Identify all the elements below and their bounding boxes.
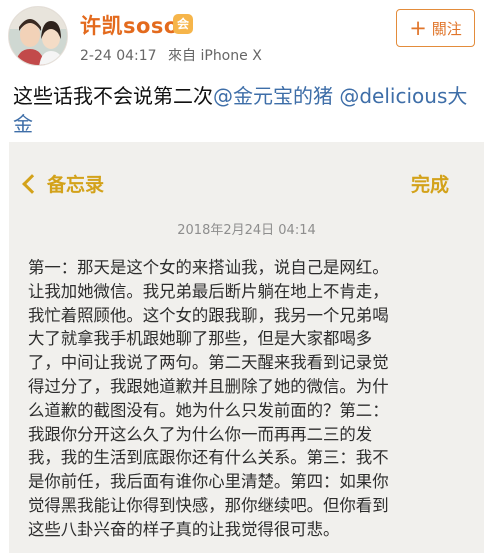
memo-done-button: 完成 xyxy=(411,174,450,196)
post-source: 來自 iPhone X xyxy=(168,48,262,64)
memo-line: 我忙着照顾他。这个女的跟我聊，我另一个兄弟喝 xyxy=(28,305,389,325)
follow-label: 關注 xyxy=(431,19,462,38)
memo-line: 是你前任，我后面有谁你心里清楚。第四：如果你 xyxy=(28,472,389,492)
chevron-left-icon xyxy=(22,173,42,194)
memo-line: 让我加她微信。我兄弟最后断片躺在地上不肯走， xyxy=(28,281,389,301)
memo-line: 这些八卦兴奋的样子真的让我觉得很可悲。 xyxy=(28,519,340,539)
memo-back-button: 备忘录 xyxy=(21,170,104,197)
mention-link[interactable]: @金元宝的猪 xyxy=(213,84,333,108)
username[interactable]: 许凯soso xyxy=(80,10,179,40)
memo-line: 我，我的生活到底跟你还有什么关系。第三：我不 xyxy=(28,448,389,468)
memo-screenshot: 备忘录 完成 2018年2月24日 04:14 第一：那天是这个女的来搭讪我，说… xyxy=(9,142,484,553)
memo-line: 大了就拿我手机跟她聊了那些，但是大家都喝多 xyxy=(28,329,373,349)
memo-line: 第一：那天是这个女的来搭讪我，说自己是网红。 xyxy=(28,258,389,277)
post-header: 许凯soso 会 2-24 04:17 來自 iPhone X + 關注 xyxy=(0,0,492,76)
avatar-photo-icon xyxy=(9,7,67,65)
vip-badge-icon: 会 xyxy=(173,14,193,34)
memo-back-label: 备忘录 xyxy=(47,174,105,196)
memo-line: 了，中间让我说了两句。第二天醒来我看到记录觉 xyxy=(28,353,389,373)
memo-line: 得过分了，我跟她道歉并且删除了她的微信。为什 xyxy=(28,376,389,396)
avatar[interactable] xyxy=(8,6,68,66)
memo-line: 么道歉的截图没有。她为什么只发前面的？第二： xyxy=(28,400,389,420)
post-text: 这些话我不会说第二次@金元宝的猪 @delicious大金 xyxy=(13,82,483,138)
memo-line: 我跟你分开这么久了为什么你一而再再二三的发 xyxy=(28,424,373,444)
memo-line: 觉得黑我能让你得到快感，那你继续吧。但你看到 xyxy=(28,495,389,515)
memo-date: 2018年2月24日 04:14 xyxy=(177,223,316,238)
post-text-body: 这些话我不会说第二次 xyxy=(13,84,213,108)
post-meta: 2-24 04:17 來自 iPhone X xyxy=(80,45,269,65)
follow-button[interactable]: + 關注 xyxy=(396,9,475,47)
plus-icon: + xyxy=(409,15,427,40)
memo-body: 第一：那天是这个女的来搭讪我，说自己是网红。 让我加她微信。我兄弟最后断片躺在地… xyxy=(28,256,474,542)
post-date: 2-24 04:17 xyxy=(80,48,157,64)
